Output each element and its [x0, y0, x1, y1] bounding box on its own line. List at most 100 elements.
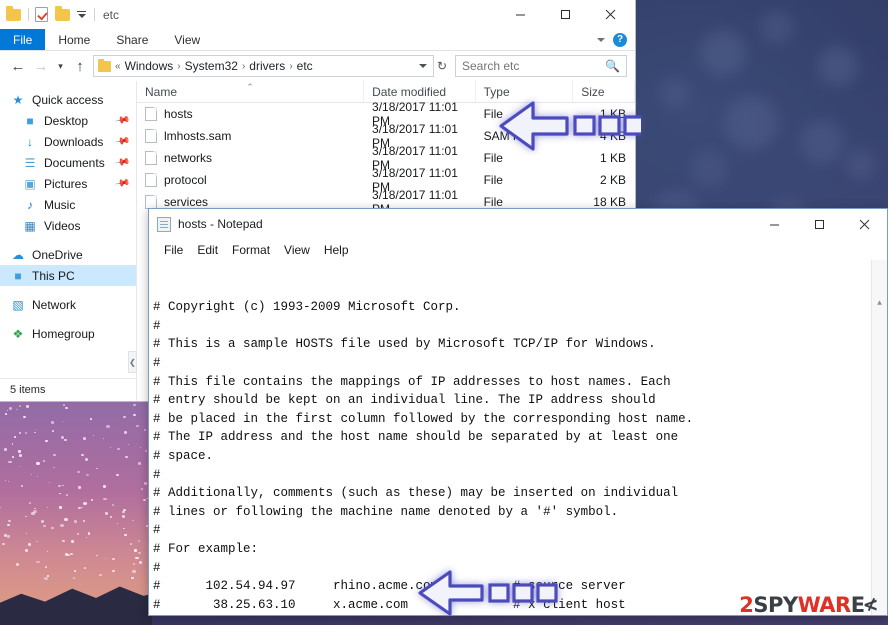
tab-view[interactable]: View [161, 29, 213, 50]
folder-icon[interactable] [6, 5, 22, 23]
address-bar[interactable]: «Windows › System32 › drivers › etc [93, 55, 434, 77]
collapse-pane-icon[interactable]: ❮ [128, 351, 137, 373]
close-icon[interactable] [588, 0, 633, 29]
tab-home[interactable]: Home [45, 29, 103, 50]
sidebar-item-homegroup[interactable]: ❖ Homegroup [0, 323, 136, 344]
pin-icon[interactable]: 📌 [114, 133, 131, 149]
notepad-title-bar: hosts - Notepad [149, 209, 887, 239]
hosts-line: # [153, 355, 161, 370]
file-name-cell[interactable]: hosts [137, 107, 364, 121]
breadcrumb-item-windows[interactable]: Windows [125, 59, 174, 73]
file-name-cell[interactable]: lmhosts.sam [137, 129, 364, 143]
search-icon[interactable]: 🔍 [605, 59, 620, 73]
monitor-icon: ■ [26, 113, 34, 128]
toolbar-divider-2 [94, 8, 95, 21]
sidebar-item-pictures[interactable]: ▣ Pictures 📌 [0, 173, 136, 194]
chevron-down-icon[interactable] [597, 37, 605, 42]
file-size-cell: 2 KB [599, 173, 626, 187]
file-type-cell: File [483, 107, 503, 121]
watermark-mark-icon: ≮ [862, 594, 879, 616]
hosts-line: # This is a sample HOSTS file used by Mi… [153, 337, 656, 352]
search-input[interactable] [462, 59, 606, 73]
file-name-cell[interactable]: networks [137, 151, 364, 165]
sidebar-item-videos[interactable]: ▦ Videos [0, 215, 136, 236]
sidebar-item-label: Quick access [32, 92, 104, 107]
file-icon [145, 107, 157, 121]
properties-icon[interactable] [35, 6, 51, 23]
file-icon [145, 129, 157, 143]
wallpaper-night-sky [0, 393, 152, 625]
homegroup-icon: ❖ [12, 326, 24, 341]
sidebar-item-documents[interactable]: ☰ Documents 📌 [0, 152, 136, 173]
pin-icon[interactable]: 📌 [114, 175, 131, 191]
music-note-icon: ♪ [27, 197, 33, 212]
scroll-up-icon[interactable]: ▲ [872, 297, 887, 312]
breadcrumb[interactable]: «Windows › System32 › drivers › etc [115, 59, 313, 73]
notepad-scrollbar[interactable]: ▲ [871, 260, 887, 615]
address-dropdown-icon[interactable] [418, 64, 427, 68]
file-type-cell: File [483, 173, 503, 187]
file-name-label: lmhosts.sam [164, 129, 232, 143]
forward-button[interactable]: → [31, 58, 51, 75]
sidebar-item-label: Homegroup [32, 326, 95, 341]
breadcrumb-item-etc[interactable]: etc [297, 59, 313, 73]
close-icon[interactable] [842, 210, 887, 239]
breadcrumb-separator: › [289, 60, 293, 72]
recent-locations-icon[interactable]: ▾ [54, 61, 67, 72]
file-name-cell[interactable]: protocol [137, 173, 364, 187]
monitor-icon: ■ [14, 268, 22, 283]
notepad-menu-file[interactable]: File [157, 243, 190, 257]
status-bar: 5 items [0, 378, 136, 401]
sidebar-item-this-pc[interactable]: ■ This PC [0, 265, 136, 286]
notepad-window-controls [752, 210, 887, 239]
tab-share[interactable]: Share [103, 29, 161, 50]
file-size-cell: 18 KB [593, 195, 626, 209]
navigation-pane: ★ Quick access ■ Desktop 📌 ↓ Downloads 📌 ☰ Docume… [0, 81, 137, 401]
sidebar-item-label: This PC [32, 268, 75, 283]
notepad-text-area[interactable]: # Copyright (c) 1993-2009 Microsoft Corp… [149, 260, 887, 615]
sidebar-item-music[interactable]: ♪ Music [0, 194, 136, 215]
notepad-menu-edit[interactable]: Edit [190, 243, 225, 257]
breadcrumb-prefix: « [115, 60, 121, 72]
sidebar-item-onedrive[interactable]: ☁ OneDrive [0, 244, 136, 265]
sidebar-item-desktop[interactable]: ■ Desktop 📌 [0, 110, 136, 131]
column-header-name[interactable]: Name ⌃ [137, 81, 365, 102]
breadcrumb-item-drivers[interactable]: drivers [249, 59, 285, 73]
hosts-line: # [153, 560, 161, 575]
breadcrumb-separator: › [241, 60, 246, 72]
notepad-menu-view[interactable]: View [277, 243, 317, 257]
sidebar-item-quick-access[interactable]: ★ Quick access [0, 89, 136, 110]
network-icon: ▧ [12, 297, 24, 312]
file-rows: hosts 3/18/2017 11:01 PM File 1 KB lmhosts.s… [137, 100, 635, 216]
ribbon-tab-bar: File Home Share View ? [0, 29, 635, 51]
column-header-type[interactable]: Type [476, 81, 574, 102]
minimize-icon[interactable] [752, 210, 797, 239]
notepad-menu-format[interactable]: Format [225, 243, 277, 257]
up-button[interactable]: ↑ [70, 58, 90, 75]
tab-file[interactable]: File [0, 29, 46, 50]
hosts-line: # be placed in the first column followed… [153, 411, 694, 426]
pin-icon[interactable]: 📌 [114, 112, 131, 128]
file-name-cell[interactable]: services [137, 195, 364, 209]
new-folder-icon[interactable] [55, 5, 71, 23]
back-button[interactable]: ← [8, 58, 28, 75]
sidebar-item-label: OneDrive [32, 247, 83, 262]
pin-icon[interactable]: 📌 [114, 154, 131, 170]
help-icon[interactable]: ? [613, 32, 627, 47]
refresh-icon[interactable]: ↻ [437, 59, 447, 73]
hosts-line: # space. [153, 448, 214, 463]
sidebar-item-downloads[interactable]: ↓ Downloads 📌 [0, 131, 136, 152]
file-name-label: networks [164, 151, 213, 165]
column-header-size[interactable]: Size [573, 81, 635, 102]
notepad-menu-help[interactable]: Help [317, 243, 356, 257]
search-box[interactable]: 🔍 [455, 55, 627, 77]
breadcrumb-item-system32[interactable]: System32 [185, 59, 238, 73]
maximize-icon[interactable] [797, 210, 842, 239]
quick-access-toolbar[interactable] [6, 5, 97, 23]
column-header-date-modified[interactable]: Date modified [364, 81, 476, 102]
minimize-icon[interactable] [498, 0, 543, 29]
maximize-icon[interactable] [543, 0, 588, 29]
customize-dropdown-icon[interactable] [75, 10, 88, 19]
sidebar-item-network[interactable]: ▧ Network [0, 294, 136, 315]
